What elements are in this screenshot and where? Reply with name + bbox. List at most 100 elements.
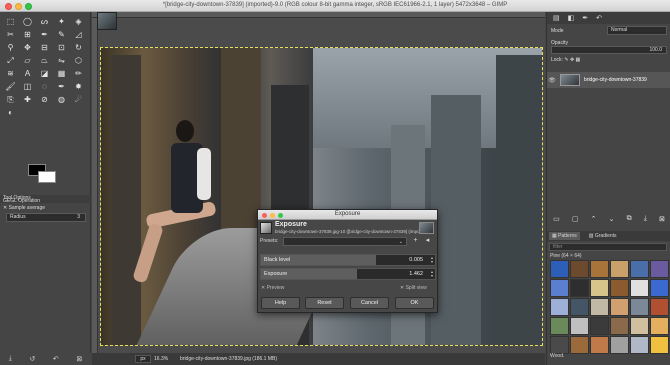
pattern-swatch[interactable]	[590, 336, 609, 354]
pattern-swatch[interactable]	[570, 298, 589, 316]
pattern-swatch[interactable]	[630, 279, 649, 297]
pattern-swatch[interactable]	[610, 298, 629, 316]
pattern-swatch[interactable]	[550, 260, 569, 278]
channels-tab-icon[interactable]: ◧	[568, 14, 575, 22]
pattern-swatch[interactable]	[570, 279, 589, 297]
crop-icon[interactable]: ⊡	[53, 41, 70, 54]
lock-pixels-icon[interactable]: ✎	[564, 57, 568, 63]
pattern-swatch[interactable]	[650, 298, 669, 316]
exposure-spinner-icon[interactable]: ▴ ▾	[431, 270, 433, 278]
shear-icon[interactable]: ▱	[19, 54, 36, 67]
black-level-value[interactable]: 0.005	[409, 257, 423, 263]
flip-icon[interactable]: ⇋	[53, 54, 70, 67]
pattern-swatch[interactable]	[650, 279, 669, 297]
pattern-swatch[interactable]	[570, 260, 589, 278]
rotate-icon[interactable]: ↻	[70, 41, 87, 54]
pattern-swatch[interactable]	[550, 298, 569, 316]
foreground-select-icon[interactable]: ⊞	[19, 28, 36, 41]
cage-icon[interactable]: ⬡	[70, 54, 87, 67]
exposure-slider[interactable]: Exposure 1.462 ▴ ▾	[260, 268, 436, 280]
pattern-swatch[interactable]	[550, 317, 569, 335]
rect-select-icon[interactable]: ⬚	[2, 15, 19, 28]
radius-spinner[interactable]: Radius 3	[6, 213, 86, 222]
anchor-layer-icon[interactable]: ⤓	[644, 215, 647, 225]
ink-icon[interactable]: ✒	[53, 80, 70, 93]
split-view-checkbox[interactable]: ✕ Split view	[400, 285, 427, 291]
pattern-swatch[interactable]	[650, 260, 669, 278]
pattern-swatch[interactable]	[630, 298, 649, 316]
zoom-icon[interactable]: ⚲	[2, 41, 19, 54]
cancel-button[interactable]: Cancel	[350, 297, 389, 309]
fuzzy-select-icon[interactable]: ✦	[53, 15, 70, 28]
move-icon[interactable]: ✥	[19, 41, 36, 54]
restore-icon[interactable]: ↺	[29, 355, 35, 363]
image-tab-thumbnail[interactable]	[97, 12, 117, 30]
text-icon[interactable]: A	[19, 67, 36, 80]
save-icon[interactable]: ⤓	[9, 355, 12, 363]
airbrush-icon[interactable]: ◌	[36, 80, 53, 93]
dialog-title-bar[interactable]: Exposure	[258, 210, 437, 220]
preset-menu-icon[interactable]: ◂	[423, 237, 432, 246]
duplicate-layer-icon[interactable]: ⧉	[627, 215, 632, 225]
reset-button[interactable]: Reset	[305, 297, 344, 309]
mypaint-brush-icon[interactable]: ✸	[70, 80, 87, 93]
scissors-select-icon[interactable]: ✂	[2, 28, 19, 41]
ellipse-select-icon[interactable]: ◯	[19, 15, 36, 28]
pattern-swatch[interactable]	[610, 279, 629, 297]
perspective-clone-icon[interactable]: ⊘	[36, 93, 53, 106]
layer-name[interactable]: bridge-city-downtown-37839	[584, 77, 647, 83]
heal-icon[interactable]: ✚	[19, 93, 36, 106]
new-layer-icon[interactable]: ▢	[572, 215, 579, 225]
eraser-icon[interactable]: ◫	[19, 80, 36, 93]
black-level-spinner-icon[interactable]: ▴ ▾	[431, 256, 433, 264]
pattern-swatch[interactable]	[550, 279, 569, 297]
gradient-icon[interactable]: ▦	[53, 67, 70, 80]
dodge-icon[interactable]: ◐	[2, 106, 19, 119]
lock-position-icon[interactable]: ✥	[570, 57, 574, 63]
pattern-swatch[interactable]	[630, 317, 649, 335]
pattern-swatch[interactable]	[650, 317, 669, 335]
bucket-fill-icon[interactable]: ◪	[36, 67, 53, 80]
raise-layer-icon[interactable]: ⌃	[591, 215, 597, 225]
blur-icon[interactable]: ◍	[53, 93, 70, 106]
undo-tab-icon[interactable]: ↶	[596, 14, 602, 22]
reset-icon[interactable]: ↶	[53, 355, 59, 363]
opacity-slider[interactable]: 100.0	[551, 46, 667, 54]
delete-icon[interactable]: ⊠	[76, 355, 82, 363]
tab-patterns[interactable]: ▦ Patterns	[549, 232, 580, 240]
pattern-filter-input[interactable]: filter	[549, 243, 667, 251]
sample-average-toggle[interactable]: ✕ Sample average	[3, 205, 45, 211]
help-button[interactable]: Help	[261, 297, 300, 309]
pattern-swatch[interactable]	[630, 260, 649, 278]
color-picker-icon[interactable]: ✎	[53, 28, 70, 41]
layer-row[interactable]: 👁 bridge-city-downtown-37839	[547, 72, 670, 88]
lower-layer-icon[interactable]: ⌄	[609, 215, 615, 225]
pattern-swatch[interactable]	[610, 336, 629, 354]
pattern-swatch[interactable]	[590, 298, 609, 316]
ok-button[interactable]: OK	[395, 297, 434, 309]
presets-select[interactable]: ⌄	[283, 237, 407, 246]
align-icon[interactable]: ⊟	[36, 41, 53, 54]
paintbrush-icon[interactable]: 🖌	[2, 80, 19, 93]
delete-layer-icon[interactable]: ⊠	[659, 215, 665, 225]
pattern-swatch[interactable]	[610, 260, 629, 278]
smudge-icon[interactable]: ☄	[70, 93, 87, 106]
measure-icon[interactable]: ◿	[70, 28, 87, 41]
zoom-level[interactable]: 16.3%	[154, 353, 168, 365]
pattern-swatch[interactable]	[590, 260, 609, 278]
pattern-swatch[interactable]	[630, 336, 649, 354]
layers-tab-icon[interactable]: ▤	[553, 14, 560, 22]
color-swatches[interactable]	[28, 164, 62, 188]
pencil-icon[interactable]: ✏	[70, 67, 87, 80]
mode-select[interactable]: Normal	[607, 26, 667, 35]
visibility-eye-icon[interactable]: 👁	[547, 77, 557, 84]
exposure-value[interactable]: 1.462	[409, 271, 423, 277]
clone-icon[interactable]: ⎘	[2, 93, 19, 106]
scale-icon[interactable]: ⤢	[2, 54, 19, 67]
black-level-slider[interactable]: Black level 0.005 ▴ ▾	[260, 254, 436, 266]
background-color[interactable]	[38, 171, 56, 183]
pattern-swatch[interactable]	[590, 317, 609, 335]
horizontal-ruler[interactable]	[92, 12, 545, 18]
by-color-select-icon[interactable]: ◈	[70, 15, 87, 28]
vertical-ruler[interactable]	[92, 18, 98, 353]
